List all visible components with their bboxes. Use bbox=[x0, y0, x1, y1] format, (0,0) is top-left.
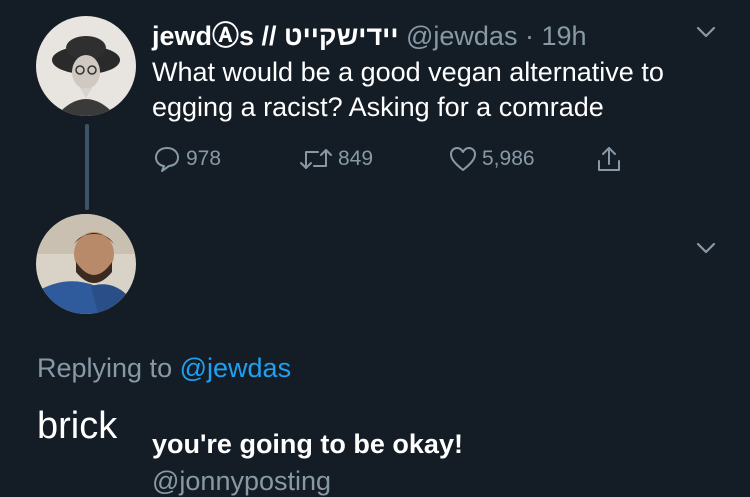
chevron-down-icon[interactable] bbox=[692, 18, 720, 46]
replying-prefix: Replying to bbox=[37, 353, 173, 383]
avatar[interactable] bbox=[36, 214, 136, 314]
like-action[interactable]: 5,986 bbox=[448, 144, 535, 174]
retweet-icon bbox=[300, 149, 332, 169]
display-name[interactable]: you're going to be okay! bbox=[152, 429, 463, 460]
tweet-text: What would be a good vegan alternative t… bbox=[152, 57, 664, 122]
retweet-count: 849 bbox=[338, 147, 374, 170]
tweet-header: jewdⒶs // יידישקייט @jewdas · 19h bbox=[152, 14, 587, 53]
display-name[interactable]: jewdⒶs // יידישקייט bbox=[152, 21, 398, 51]
replying-mention-link[interactable]: @jewdas bbox=[180, 353, 291, 383]
share-icon bbox=[598, 147, 620, 171]
chevron-down-icon[interactable] bbox=[692, 234, 720, 262]
thread-connector-line bbox=[85, 124, 89, 210]
share-action[interactable] bbox=[594, 144, 628, 174]
like-count: 5,986 bbox=[482, 147, 535, 170]
replying-to-line: Replying to @jewdas bbox=[37, 353, 291, 384]
separator: · bbox=[524, 21, 534, 51]
reply-text: brick bbox=[37, 405, 118, 447]
heart-icon bbox=[450, 147, 476, 171]
avatar-woman-with-hat-icon bbox=[36, 16, 136, 116]
reply-count: 978 bbox=[186, 147, 222, 170]
original-tweet: jewdⒶs // יידישקייט @jewdas · 19h What w… bbox=[0, 0, 750, 200]
avatar-man-with-beard-icon bbox=[36, 214, 136, 314]
handle[interactable]: @jonnyposting bbox=[152, 466, 331, 497]
retweet-action[interactable]: 849 bbox=[298, 144, 373, 174]
handle[interactable]: @jewdas bbox=[406, 21, 517, 51]
comment-bubble-icon bbox=[155, 147, 179, 172]
avatar[interactable] bbox=[36, 16, 136, 116]
reply-action[interactable]: 978 bbox=[152, 144, 221, 174]
timestamp[interactable]: 19h bbox=[541, 21, 586, 51]
